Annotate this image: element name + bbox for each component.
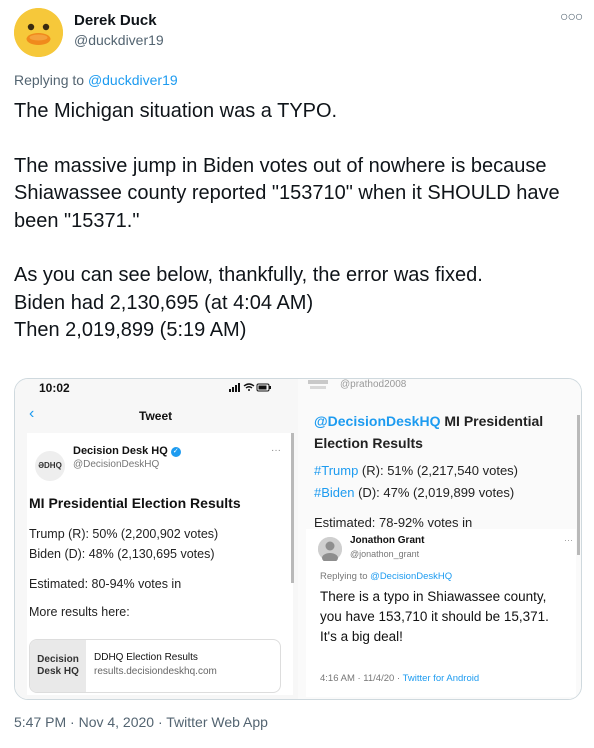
avatar — [318, 537, 342, 563]
small-logo-icon — [306, 379, 330, 391]
reply-meta-source: Twitter for Android — [402, 673, 480, 684]
more-results: More results here: — [29, 605, 130, 619]
trump-result: Trump (R): 50% (2,200,902 votes) — [29, 527, 219, 541]
nav-title: Tweet — [139, 409, 173, 423]
link-title: DDHQ Election Results — [94, 652, 198, 663]
status-icons — [229, 381, 273, 396]
ddhq-account-name: Decision Desk HQ ✓ — [73, 445, 181, 457]
right-biden-result: #Biden (D): 47% (2,019,899 votes) — [314, 485, 514, 500]
ddhq-tweet-card: ƏDHQ Decision Desk HQ ✓ @DecisionDeskHQ ·… — [27, 433, 293, 695]
scrollbar — [291, 433, 294, 583]
signal-wifi-battery-icon — [229, 383, 271, 392]
hashtag-trump: #Trump — [314, 463, 359, 478]
news-logo-icon — [308, 380, 328, 389]
reply-replying-to: Replying to @DecisionDeskHQ — [320, 571, 452, 582]
author-name[interactable]: Derek Duck — [74, 12, 157, 29]
scrollbar — [577, 415, 580, 555]
results-heading: MI Presidential Election Results — [29, 495, 241, 511]
right-title-line1: @DecisionDeskHQ MI Presidential — [314, 413, 543, 429]
person-avatar-icon — [318, 537, 342, 563]
verified-badge-icon: ✓ — [170, 447, 181, 457]
duck-avatar-icon — [14, 8, 63, 57]
reply-prefix: Replying to — [320, 571, 371, 582]
author-handle[interactable]: @duckdiver19 — [74, 32, 164, 48]
hashtag-biden: #Biden — [314, 485, 355, 500]
ddhq-account-handle: @DecisionDeskHQ — [73, 459, 160, 470]
top-handle: @prathod2008 — [340, 379, 407, 390]
replying-to: Replying to @duckdiver19 — [14, 72, 178, 88]
reply-tweet-card: Jonathon Grant @jonathon_grant ··· Reply… — [306, 529, 576, 697]
right-title-line2: Election Results — [314, 435, 423, 451]
media-left-panel: 10:02 ‹ Tweet ƏDHQ Decision Desk HQ ✓ @De… — [15, 379, 298, 699]
trump-result-rest: (R): 51% (2,217,540 votes) — [358, 463, 519, 478]
back-chevron-icon: ‹ — [29, 405, 35, 422]
reply-author-name: Jonathon Grant — [350, 535, 425, 546]
ellipsis-icon: ··· — [564, 535, 573, 545]
reply-meta-time: 4:16 AM · 11/4/20 · — [320, 673, 403, 684]
replying-prefix: Replying to — [14, 72, 88, 88]
right-estimated: Estimated: 78-92% votes in — [314, 515, 473, 530]
avatar[interactable] — [14, 8, 63, 57]
tweet-media[interactable]: 10:02 ‹ Tweet ƏDHQ Decision Desk HQ ✓ @De… — [14, 378, 582, 700]
media-right-panel: @prathod2008 @DecisionDeskHQ MI Presiden… — [298, 379, 581, 699]
status-time: 10:02 — [39, 381, 70, 395]
replying-target-link[interactable]: @duckdiver19 — [88, 72, 178, 88]
reply-meta: 4:16 AM · 11/4/20 · Twitter for Android — [320, 673, 479, 684]
reply-author-handle: @jonathon_grant — [350, 549, 420, 559]
link-preview-card: Decision Desk HQ DDHQ Election Results r… — [29, 639, 281, 693]
tweet-timestamp[interactable]: 5:47 PM · Nov 4, 2020 · Twitter Web App — [14, 714, 268, 730]
link-url: results.decisiondeskhq.com — [94, 666, 217, 677]
ellipsis-icon[interactable]: ○○○ — [560, 8, 583, 24]
title-rest: MI Presidential — [440, 413, 544, 429]
right-trump-result: #Trump (R): 51% (2,217,540 votes) — [314, 463, 518, 478]
ddhq-logo: ƏDHQ — [35, 451, 65, 481]
link-thumbnail: Decision Desk HQ — [30, 640, 86, 692]
estimated-votes: Estimated: 80-94% votes in — [29, 577, 182, 591]
ellipsis-icon: ··· — [271, 445, 281, 456]
ddhq-name-text: Decision Desk HQ — [73, 445, 168, 457]
biden-result-rest: (D): 47% (2,019,899 votes) — [354, 485, 515, 500]
reply-text: There is a typo in Shiawassee county, yo… — [320, 589, 549, 644]
biden-result: Biden (D): 48% (2,130,695 votes) — [29, 547, 215, 561]
reply-target: @DecisionDeskHQ — [370, 571, 453, 582]
tweet-text: The Michigan situation was a TYPO. The m… — [14, 100, 560, 342]
mention-ddhq: @DecisionDeskHQ — [314, 413, 441, 429]
